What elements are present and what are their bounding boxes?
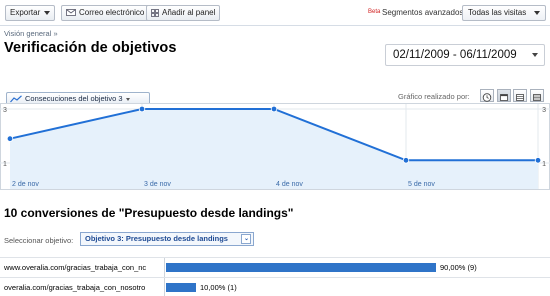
toolbar: Exportar Correo electrónico Añadir al pa… [0,0,550,26]
add-to-dashboard-button[interactable]: Añadir al panel [146,5,221,21]
data-point [534,157,542,164]
double-chevron-icon: ⌄ [241,234,251,244]
breadcrumb-link[interactable]: Visión general » [4,29,58,38]
graph-by-day-button[interactable] [497,89,511,102]
goal-select-value: Objetivo 3: Presupuesto desde landings [85,234,228,243]
chevron-down-icon [125,97,130,101]
table-row: overalia.com/gracias_trabaja_con_nosotro… [0,277,550,296]
y-tick-label-right: 1 [542,161,546,168]
data-point [138,105,146,113]
conversion-url[interactable]: www.overalia.com/gracias_trabaja_con_nc [4,263,162,272]
calendar-day-icon [500,94,508,101]
goal-completions-chart: 3 1 3 1 2 de nov 3 de nov 4 de nov 5 de nov [0,103,550,190]
advanced-segments-label: Segmentos avanzados: [382,8,466,17]
advanced-segments-select[interactable]: Todas las visitas [462,5,546,21]
export-button[interactable]: Exportar [5,5,56,21]
chevron-down-icon [44,10,51,15]
percent-bar [166,263,436,272]
page-title: Verificación de objetivos [4,40,177,56]
table-row: www.overalia.com/gracias_trabaja_con_nc 9… [0,257,550,278]
data-point [270,105,278,113]
metric-selector-label: Consecuciones del objetivo 3 [25,94,123,103]
calendar-week-icon [516,94,524,101]
column-divider [164,258,165,278]
y-tick-label-left: 1 [3,161,7,168]
email-label: Correo electrónico [79,8,145,17]
x-tick-label: 2 de nov [12,181,39,188]
calendar-month-icon [533,94,541,101]
beta-badge: Beta [368,9,381,15]
conversions-title: 10 conversiones de "Presupuesto desde la… [4,206,294,220]
date-range-selector[interactable]: 02/11/2009 - 06/11/2009 [385,44,545,66]
add-to-dashboard-label: Añadir al panel [162,8,216,17]
advanced-segments-value: Todas las visitas [468,8,527,17]
column-divider [164,278,165,296]
chevron-down-icon [534,11,540,15]
conversion-url[interactable]: overalia.com/gracias_trabaja_con_nosotro [4,283,162,292]
envelope-icon [66,9,76,17]
dashboard-icon [151,8,159,17]
x-tick-label: 4 de nov [276,181,303,188]
x-tick-label: 5 de nov [408,181,435,188]
percent-label: 90,00% (9) [440,263,477,272]
x-tick-label: 3 de nov [144,181,171,188]
graph-by-label: Gráfico realizado por: [398,92,470,101]
email-button[interactable]: Correo electrónico [61,5,150,21]
percent-label: 10,00% (1) [200,283,237,292]
export-label: Exportar [10,8,41,17]
data-point [6,135,14,142]
date-range-value: 02/11/2009 - 06/11/2009 [393,49,517,61]
y-tick-label-left: 3 [3,107,7,114]
graph-by-hour-button[interactable] [480,89,494,102]
clock-icon [482,93,492,102]
data-point [402,157,410,164]
line-chart-icon [10,95,22,103]
y-tick-label-right: 3 [542,107,546,114]
select-goal-label: Seleccionar objetivo: [4,236,74,245]
graph-by-month-button[interactable] [530,89,544,102]
graph-by-week-button[interactable] [513,89,527,102]
goal-select[interactable]: Objetivo 3: Presupuesto desde landings ⌄ [80,232,254,246]
percent-bar [166,283,196,292]
chevron-down-icon [532,53,538,57]
